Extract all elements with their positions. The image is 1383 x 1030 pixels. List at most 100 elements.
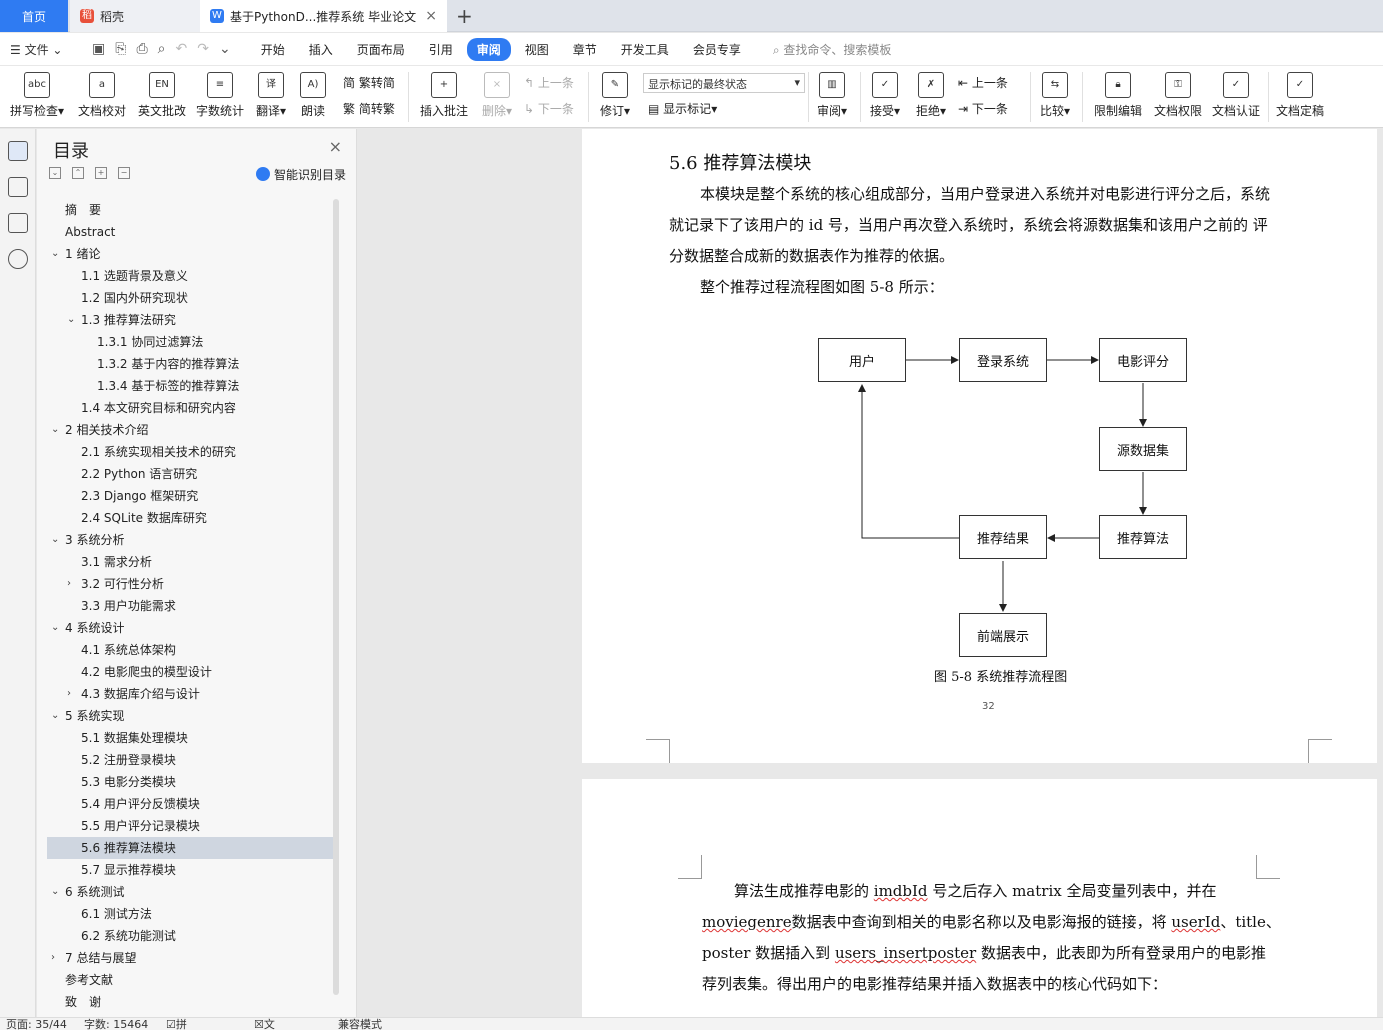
word-count-indicator[interactable]: 字数: 15464 (84, 1018, 148, 1030)
spell-check-status[interactable]: ☑ 拼写检查 (166, 1018, 187, 1030)
more-icon[interactable]: ⌄ (219, 41, 231, 57)
toc-item[interactable]: 5.3 电影分类模块 (47, 771, 333, 793)
read-aloud-button[interactable]: A) 朗读 (296, 70, 330, 124)
toc-item[interactable]: 1.3.1 协同过滤算法 (47, 331, 333, 353)
doc-permission-button[interactable]: ⚿ 文档权限 (1150, 70, 1206, 124)
toc-item[interactable]: ⌄ 2 相关技术介绍 (47, 419, 333, 441)
add-heading-icon[interactable]: + (95, 167, 107, 179)
delete-comment-button[interactable]: × 删除▾ (478, 70, 516, 124)
menu-member[interactable]: 会员专享 (683, 38, 751, 61)
toc-item[interactable]: 4.2 电影爬虫的模型设计 (47, 661, 333, 683)
toc-item[interactable]: 1.3.2 基于内容的推荐算法 (47, 353, 333, 375)
toc-item[interactable]: 5.6 推荐算法模块 (47, 837, 333, 859)
show-markup-button[interactable]: ▤ 显示标记▾ (648, 100, 717, 117)
doc-finalize-button[interactable]: ✓ 文档定稿 (1272, 70, 1328, 124)
spell-check-button[interactable]: abc 拼写检查▾ (8, 70, 66, 124)
revise-button[interactable]: ✎ 修订▾ (596, 70, 634, 124)
toc-item[interactable]: 5.4 用户评分反馈模块 (47, 793, 333, 815)
tab-document[interactable]: W 基于PythonD...推荐系统 毕业论文 × (200, 0, 447, 32)
chevron-down-icon[interactable]: ⌄ (51, 419, 59, 441)
compare-button[interactable]: ⇆ 比较▾ (1036, 70, 1074, 124)
toc-item[interactable]: 1.4 本文研究目标和研究内容 (47, 397, 333, 419)
toc-item[interactable]: 1.3.4 基于标签的推荐算法 (47, 375, 333, 397)
toc-item[interactable]: ⌄ 4 系统设计 (47, 617, 333, 639)
tab-home[interactable]: 首页 (0, 0, 68, 32)
smart-toc-button[interactable]: 智能识别目录 (255, 166, 346, 183)
page-indicator[interactable]: 页面: 35/44 (6, 1018, 67, 1030)
toc-item[interactable]: 2.1 系统实现相关技术的研究 (47, 441, 333, 463)
expand-all-icon[interactable]: ⌃ (72, 167, 84, 179)
chevron-down-icon[interactable]: ⌄ (67, 309, 75, 331)
document-area[interactable]: 5.6 推荐算法模块 本模块是整个系统的核心组成部分，当用户登录进入系统并对电影… (358, 129, 1383, 1017)
command-search[interactable]: ⌕ 查找命令、搜索模板 (773, 41, 892, 58)
save-icon[interactable]: ▣ (92, 41, 105, 57)
toc-item[interactable]: 6.2 系统功能测试 (47, 925, 333, 947)
file-menu[interactable]: ☰ 文件 ⌄ (10, 41, 78, 58)
chevron-down-icon[interactable]: ⌄ (51, 529, 59, 551)
chevron-down-icon[interactable]: ⌄ (51, 881, 59, 903)
print-icon[interactable]: ⎙ (136, 41, 147, 57)
bookmark-icon[interactable] (7, 213, 28, 233)
toc-item[interactable]: 5.5 用户评分记录模块 (47, 815, 333, 837)
chevron-right-icon[interactable]: › (67, 573, 71, 595)
trad-to-simp-button[interactable]: 简 繁转简 (343, 74, 395, 91)
collapse-all-icon[interactable]: ⌄ (49, 167, 61, 179)
doc-cert-button[interactable]: ✓ 文档认证 (1208, 70, 1264, 124)
toc-item[interactable]: 2.3 Django 框架研究 (47, 485, 333, 507)
preview-icon[interactable]: ⌕ (158, 41, 166, 57)
doc-check-button[interactable]: a 文档校对 (76, 70, 128, 124)
toc-panel-icon[interactable] (7, 141, 28, 161)
toc-item[interactable]: 3.1 需求分析 (47, 551, 333, 573)
toc-item[interactable]: 1.2 国内外研究现状 (47, 287, 333, 309)
menu-insert[interactable]: 插入 (299, 38, 343, 61)
en-review-button[interactable]: EN 英文批改 (136, 70, 188, 124)
accept-button[interactable]: ✓ 接受▾ (866, 70, 904, 124)
undo-icon[interactable]: ↶ (175, 41, 187, 57)
chevron-down-icon[interactable]: ⌄ (51, 705, 59, 727)
toc-item[interactable]: Abstract (47, 221, 333, 243)
toc-item[interactable]: 6.1 测试方法 (47, 903, 333, 925)
markup-state-select[interactable]: 显示标记的最终状态 ▾ (643, 73, 805, 93)
insert-comment-button[interactable]: + 插入批注 (416, 70, 472, 124)
toc-item[interactable]: ⌄ 1 绪论 (47, 243, 333, 265)
toc-item[interactable]: 参考文献 (47, 969, 333, 991)
next-change-button[interactable]: ⇥ 下一条 (958, 100, 1008, 117)
redo-icon[interactable]: ↷ (197, 41, 209, 57)
chevron-right-icon[interactable]: › (51, 947, 55, 969)
chevron-down-icon[interactable]: ⌄ (51, 617, 59, 639)
chevron-right-icon[interactable]: › (67, 683, 71, 705)
menu-start[interactable]: 开始 (251, 38, 295, 61)
toc-item[interactable]: › 4.3 数据库介绍与设计 (47, 683, 333, 705)
toc-item[interactable]: ⌄ 1.3 推荐算法研究 (47, 309, 333, 331)
toc-item[interactable]: › 3.2 可行性分析 (47, 573, 333, 595)
chevron-down-icon[interactable]: ⌄ (51, 243, 59, 265)
review-pane-button[interactable]: ▥ 审阅▾ (814, 70, 850, 124)
proof-status[interactable]: ☒ 文档校对 (254, 1018, 275, 1030)
menu-layout[interactable]: 页面布局 (347, 38, 415, 61)
tab-daoke[interactable]: 稻 稻壳 (70, 0, 200, 32)
search-icon[interactable] (7, 249, 28, 269)
toc-item[interactable]: ⌄ 3 系统分析 (47, 529, 333, 551)
close-icon[interactable]: × (329, 137, 342, 156)
menu-chapter[interactable]: 章节 (563, 38, 607, 61)
export-icon[interactable]: ⎘ (115, 41, 126, 57)
toc-scrollbar[interactable] (333, 199, 339, 995)
toc-item[interactable]: ⌄ 5 系统实现 (47, 705, 333, 727)
menu-review[interactable]: 审阅 (466, 37, 511, 61)
menu-devtools[interactable]: 开发工具 (611, 38, 679, 61)
toc-item[interactable]: 5.1 数据集处理模块 (47, 727, 333, 749)
toc-item[interactable]: 4.1 系统总体架构 (47, 639, 333, 661)
toc-item[interactable]: 2.4 SQLite 数据库研究 (47, 507, 333, 529)
toc-item[interactable]: ⌄ 6 系统测试 (47, 881, 333, 903)
new-tab-button[interactable]: + (456, 4, 473, 28)
word-count-button[interactable]: ≡ 字数统计 (194, 70, 246, 124)
tab-close-button[interactable]: × (425, 8, 437, 24)
prev-change-button[interactable]: ⇤ 上一条 (958, 74, 1008, 91)
prev-comment-button[interactable]: ↰ 上一条 (524, 74, 574, 91)
toc-item[interactable]: 2.2 Python 语言研究 (47, 463, 333, 485)
toc-item[interactable]: › 7 总结与展望 (47, 947, 333, 969)
restrict-edit-button[interactable]: 🔒︎ 限制编辑 (1090, 70, 1146, 124)
simp-to-trad-button[interactable]: 繁 简转繁 (343, 100, 395, 117)
toc-item[interactable]: 摘 要 (47, 199, 333, 221)
remove-heading-icon[interactable]: − (118, 167, 130, 179)
